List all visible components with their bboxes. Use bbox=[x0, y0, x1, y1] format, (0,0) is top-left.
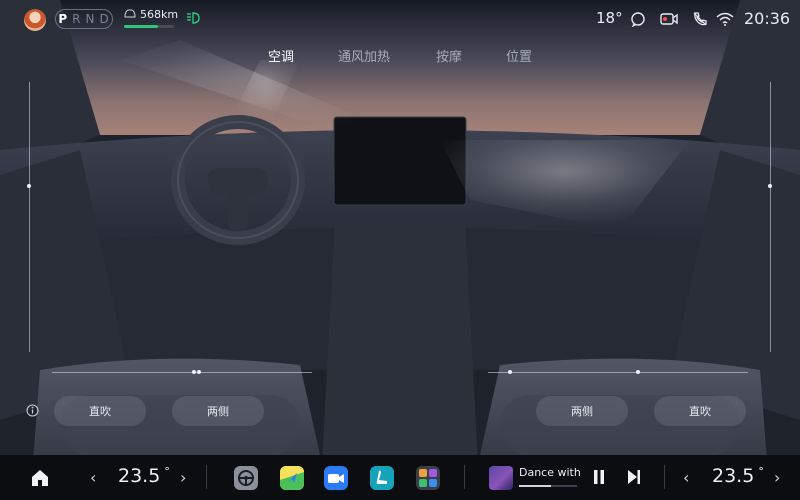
next-track-icon[interactable] bbox=[627, 469, 641, 485]
right-horizontal-slider-handle-a[interactable] bbox=[508, 370, 512, 374]
video-call-app[interactable] bbox=[324, 466, 348, 490]
right-horizontal-slider-handle-b[interactable] bbox=[636, 370, 640, 374]
tab-air-conditioning[interactable]: 空调 bbox=[268, 46, 294, 65]
chevron-right-icon[interactable]: › bbox=[774, 468, 780, 487]
gear-n: N bbox=[85, 12, 96, 26]
seat-app[interactable] bbox=[370, 466, 394, 490]
right-direct-vent-button[interactable]: 直吹 bbox=[654, 396, 746, 426]
message-icon[interactable] bbox=[630, 11, 646, 27]
gear-p: P bbox=[58, 12, 69, 26]
left-vertical-airflow-slider[interactable] bbox=[29, 82, 30, 352]
gear-r: R bbox=[72, 12, 82, 26]
profile-avatar[interactable] bbox=[24, 9, 46, 31]
video-camera-icon bbox=[328, 474, 344, 483]
app-grid-icon bbox=[419, 469, 437, 487]
pause-icon[interactable] bbox=[592, 469, 606, 485]
gear-d: D bbox=[99, 12, 110, 26]
dock-separator bbox=[664, 465, 665, 489]
media-progress-bar[interactable] bbox=[519, 485, 577, 487]
tab-ventilation-heating[interactable]: 通风加热 bbox=[338, 46, 390, 65]
steering-wheel-app[interactable] bbox=[234, 466, 258, 490]
home-icon[interactable] bbox=[30, 468, 50, 487]
range-indicator: 568km bbox=[124, 8, 180, 30]
dashcam-icon[interactable] bbox=[660, 11, 678, 27]
range-bar bbox=[124, 25, 174, 28]
dock-separator bbox=[464, 465, 465, 489]
chevron-left-icon[interactable]: ‹ bbox=[683, 468, 689, 487]
climate-tabs: 空调 通风加热 按摩 位置 bbox=[0, 46, 800, 66]
dock-separator bbox=[206, 465, 207, 489]
bottom-dock: ‹ 23.5 ° › Dance with ‹ 23.5 ° › bbox=[0, 455, 800, 500]
maps-app[interactable] bbox=[280, 466, 304, 490]
wifi-icon[interactable] bbox=[716, 11, 734, 27]
passenger-temperature: 23.5 ° bbox=[712, 465, 764, 487]
right-vertical-airflow-slider[interactable] bbox=[770, 82, 771, 352]
left-vertical-slider-handle[interactable] bbox=[27, 184, 31, 188]
gear-selector: P R N D bbox=[55, 9, 113, 29]
right-vertical-slider-handle[interactable] bbox=[768, 184, 772, 188]
driver-temperature-unit: ° bbox=[164, 465, 170, 478]
tab-position[interactable]: 位置 bbox=[506, 46, 532, 65]
right-horizontal-airflow-slider[interactable] bbox=[488, 372, 748, 373]
media-player[interactable]: Dance with bbox=[489, 464, 581, 492]
song-title: Dance with bbox=[519, 466, 581, 479]
chevron-left-icon[interactable]: ‹ bbox=[90, 468, 96, 487]
range-value: 568km bbox=[140, 8, 179, 21]
outside-temperature: 18° bbox=[596, 9, 623, 27]
tab-massage[interactable]: 按摩 bbox=[436, 46, 462, 65]
left-horizontal-slider-handle-a[interactable] bbox=[192, 370, 196, 374]
left-horizontal-slider-handle-b[interactable] bbox=[197, 370, 201, 374]
left-direct-vent-button[interactable]: 直吹 bbox=[54, 396, 146, 426]
phone-icon[interactable] bbox=[692, 11, 708, 27]
car-battery-icon bbox=[124, 9, 136, 18]
left-horizontal-airflow-slider[interactable] bbox=[52, 372, 312, 373]
status-bar: P R N D 568km 18° 20:36 bbox=[0, 0, 800, 38]
app-grid[interactable] bbox=[416, 466, 440, 490]
passenger-temperature-value: 23.5 bbox=[712, 465, 755, 487]
passenger-temperature-unit: ° bbox=[758, 465, 764, 478]
info-icon[interactable] bbox=[26, 404, 39, 417]
seat-icon bbox=[376, 470, 387, 484]
clock: 20:36 bbox=[744, 9, 791, 28]
album-art[interactable] bbox=[489, 466, 513, 490]
chevron-right-icon[interactable]: › bbox=[180, 468, 186, 487]
driver-temperature-value: 23.5 bbox=[118, 465, 161, 487]
right-sides-vent-button[interactable]: 两侧 bbox=[536, 396, 628, 426]
map-navigation-icon bbox=[280, 466, 304, 490]
headlight-icon bbox=[187, 12, 200, 24]
left-sides-vent-button[interactable]: 两侧 bbox=[172, 396, 264, 426]
steering-wheel-icon bbox=[238, 470, 254, 486]
driver-temperature: 23.5 ° bbox=[118, 465, 170, 487]
